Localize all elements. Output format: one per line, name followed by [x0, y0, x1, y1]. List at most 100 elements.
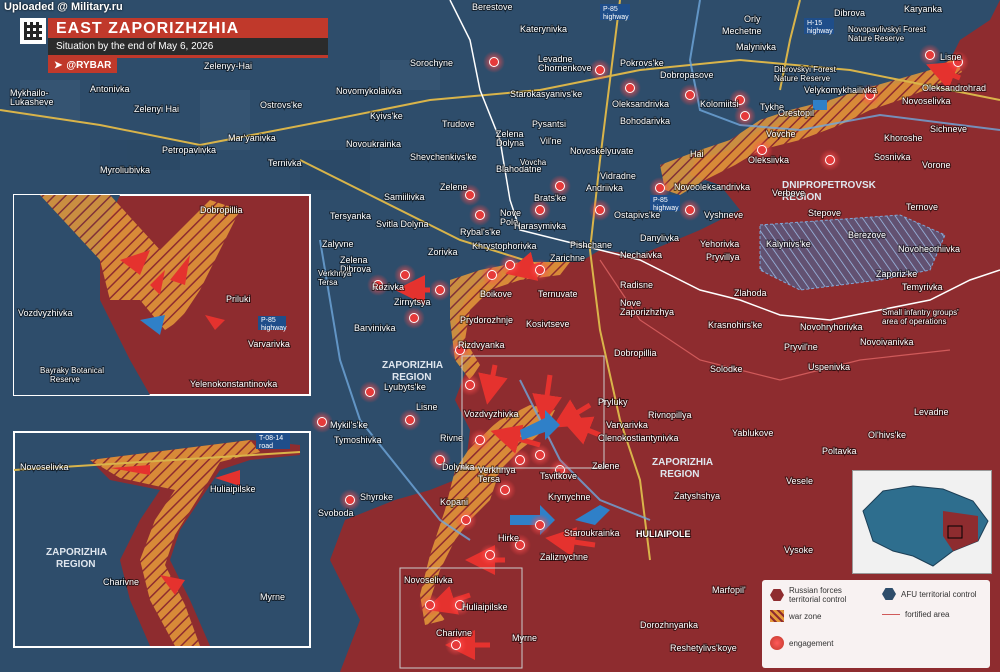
label-charivne: Charivne [436, 628, 472, 638]
engagement-marker [359, 381, 381, 403]
label-verbove: Verbove [772, 188, 805, 198]
label-lisne: Lisne [416, 402, 438, 412]
label-lisne-ne: Lisne [940, 52, 962, 62]
label-rivnopillya: Rivnopillya [648, 410, 692, 420]
label-vovcha-river: Vovcha [520, 158, 547, 167]
label-khrystoforivka: Khrystophorivka [472, 241, 537, 251]
label-dobropasove: Dobropasove [660, 70, 714, 80]
label-rybalske: Rybal's'ke [460, 227, 500, 237]
engagement-marker [819, 149, 841, 171]
label-malynivka: Malynivka [736, 42, 776, 52]
legend-warzone: war zone [770, 610, 821, 622]
label-novoselivka: Novoselivka [404, 575, 453, 585]
engagement-marker [479, 544, 501, 566]
label-zelene2: Zelene [592, 461, 620, 471]
label-berezove: Berezove [848, 230, 886, 240]
legend-russian-swatch [770, 589, 784, 601]
inset2-myrne: Myrne [260, 592, 285, 602]
label-vyshneve: Vyshneve [704, 210, 743, 220]
engagement-icon [770, 636, 784, 650]
engagement-marker [919, 44, 941, 66]
engagement-marker [679, 84, 701, 106]
inset-huliaipilske: T-08-14 road Novoselivka Huliaipilske ZAP… [13, 431, 311, 648]
inset1-dobropillia: Dobropillia [200, 205, 243, 215]
label-lyubytske: Lyubyts'ke [384, 382, 426, 392]
label-zarichne: Zarichne [550, 253, 585, 263]
label-vorone: Vorone [922, 160, 951, 170]
label-marfopil: Marfopil' [712, 585, 746, 595]
label-orly: Orly [744, 14, 761, 24]
legend-afu-swatch [882, 588, 896, 600]
label-karyanka: Karyanka [904, 4, 942, 14]
telegram-icon: ➤ [54, 60, 63, 71]
engagement-marker [419, 594, 441, 616]
label-novomykolaivka: Novomykolaivka [336, 86, 402, 96]
legend-russian-label: Russian forces territorial control [789, 586, 847, 604]
header: EAST ZAPORIZHZHIA DIRECTION Situation by… [8, 6, 328, 73]
engagement-marker [499, 254, 521, 276]
engagement-marker [399, 409, 421, 431]
label-ternivka-w: Ternivka [268, 158, 302, 168]
label-trudove: Trudove [442, 119, 475, 129]
legend-warzone-label: war zone [789, 611, 822, 621]
label-novoskelyuvate: Novoskelyuvate [570, 146, 634, 156]
label-stepove: Stepove [808, 208, 841, 218]
label-kosivtseve: Kosivtseve [526, 319, 570, 329]
label-pysantsi: Pysantsi [532, 119, 566, 129]
inset2-huliaipilske: Huliaipilske [210, 484, 256, 494]
label-tersyanka: Tersyanka [330, 211, 371, 221]
label-starokasyanivske: Starokasyanivs'ke [510, 89, 582, 99]
inset1-priluki: Priluki [226, 294, 251, 304]
label-krasnohirske: Krasnohirs'ke [708, 320, 762, 330]
label-barvinivka: Barvinivka [354, 323, 396, 333]
label-oleksandrohrad: Oleksandrohrad [922, 83, 986, 93]
inset2-novoselivka: Novoselivka [20, 462, 69, 472]
label-solodke: Solodke [710, 364, 743, 374]
label-uspenivka: Uspenivka [808, 362, 850, 372]
label-novooleksandrivka: Novooleksandrivka [674, 182, 750, 192]
label-andriivka: Andriivka [586, 183, 623, 193]
label-shyroke: Shyroke [360, 492, 393, 502]
label-ostapivske: Ostapivs'ke [614, 210, 660, 220]
label-hirke: Hirke [498, 533, 519, 543]
label-shevchenkivske: Shevchenkivs'ke [410, 152, 477, 162]
label-dibrovskyi: Dibrovskyi Forest Nature Reserve [774, 65, 837, 83]
label-vozdvyzhivka: Vozdvyzhivka [464, 409, 519, 419]
label-zelene: Zelene [440, 182, 468, 192]
label-radisne: Radisne [620, 280, 653, 290]
page-subtitle: Situation by the end of May 6, 2026 [48, 38, 328, 55]
label-hai: Hai [690, 149, 704, 159]
label-dibrova: Dibrova [834, 8, 865, 18]
label-harasymivka: Harasymivka [514, 221, 566, 231]
label-huliaipole: HULIAIPOLE [636, 529, 691, 539]
label-tymoshivka: Tymoshivka [334, 435, 382, 445]
label-huliaipilske: Huliaipilske [462, 602, 508, 612]
label-orestopil: Orestopil [778, 108, 814, 118]
engagement-marker [529, 444, 551, 466]
watermark: Uploaded @ Military.ru [4, 1, 123, 13]
legend-russian: Russian forces territorial control [770, 586, 846, 604]
engagement-marker [469, 204, 491, 226]
legend-fortified-label: fortified area [905, 610, 950, 619]
label-dorozhnyanka: Dorozhnyanka [640, 620, 698, 630]
brand-badge[interactable]: ➤ @RYBAR [48, 58, 118, 73]
label-svitla-dolyna: Svitla Dolyna [376, 219, 429, 229]
label-olhivske: Ol'hivs'ke [868, 430, 906, 440]
label-mykilske: Mykil's'ke [330, 420, 368, 430]
label-pryvillya: Pryvillya [706, 252, 740, 262]
label-vovche: Vovche [766, 129, 796, 139]
label-novoselivka-ne: Novoselivka [902, 96, 951, 106]
label-vysoke: Vysoke [784, 545, 813, 555]
label-novoukrainka: Novoukrainka [346, 139, 401, 149]
label-myrne: Myrne [512, 633, 537, 643]
label-rizdvyanka: Rizdvyanka [458, 340, 505, 350]
label-antonivka: Antonivka [90, 84, 130, 94]
label-rivne: Rivne [440, 433, 463, 443]
label-temyrivka: Temyrivka [902, 282, 943, 292]
map-canvas: DNIPROPETROVSK REGION ZAPORIZHIA REGION ZA… [0, 0, 1000, 672]
qr-code[interactable] [20, 18, 46, 44]
inset1-varvarivka: Varvarivka [248, 339, 290, 349]
label-velykomykhailivka: Velykomykhailivka [804, 85, 877, 95]
label-nechaivka: Nechaivka [620, 250, 662, 260]
label-pryvilne: Pryvil'ne [784, 342, 818, 352]
